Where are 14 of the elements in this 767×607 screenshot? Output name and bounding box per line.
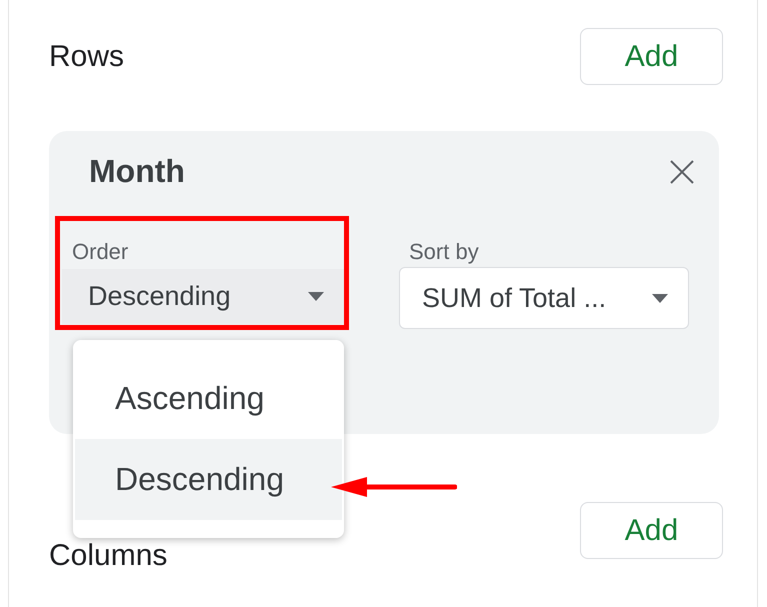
add-button[interactable]: Add <box>580 28 723 85</box>
field-label: Order <box>71 239 130 266</box>
close-icon[interactable] <box>669 158 695 184</box>
section-title: Rows <box>49 40 124 74</box>
add-button[interactable]: Add <box>580 502 723 559</box>
caret-icon <box>652 294 668 302</box>
field-label: Sort by <box>408 239 480 266</box>
section-title: Columns <box>49 539 168 573</box>
card-title: Month <box>89 153 185 190</box>
menu-item[interactable]: Descending <box>75 439 342 520</box>
sort-select[interactable]: SUM of Total ... <box>399 267 689 329</box>
caret-icon <box>308 292 324 301</box>
order-select[interactable]: Descending <box>62 269 344 324</box>
arrow-icon <box>331 475 457 499</box>
